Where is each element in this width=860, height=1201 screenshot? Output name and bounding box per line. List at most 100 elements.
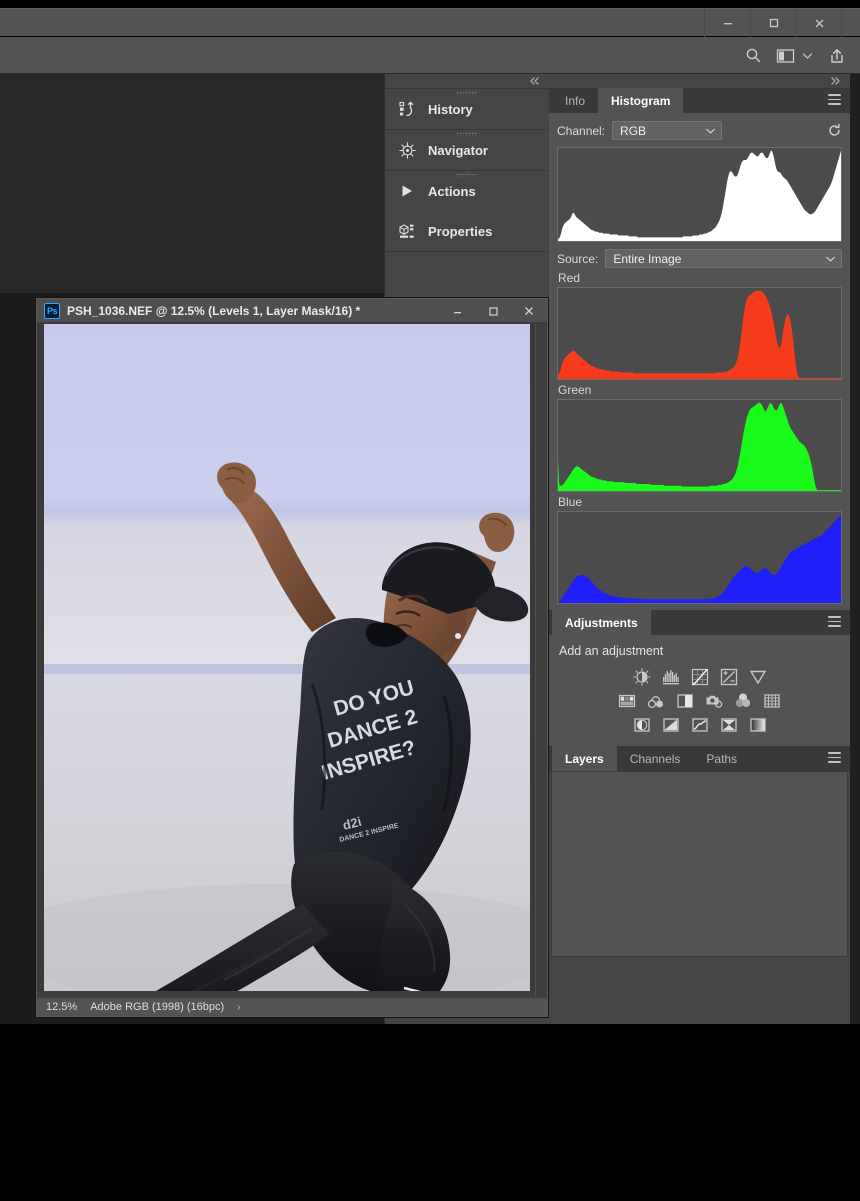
color-lookup-icon[interactable] xyxy=(763,691,782,710)
document-window: Ps PSH_1036.NEF @ 12.5% (Levels 1, Layer… xyxy=(36,298,548,1017)
sidebar-item-properties[interactable]: Properties xyxy=(385,211,549,251)
adjustments-row-3 xyxy=(632,715,767,734)
document-status-bar: 12.5% Adobe RGB (1998) (16bpc) › xyxy=(37,997,547,1016)
source-label: Source: xyxy=(557,252,598,266)
source-value: Entire Image xyxy=(613,252,681,266)
sidebar-item-label: Navigator xyxy=(428,143,488,158)
green-channel-label: Green xyxy=(558,383,842,397)
app-minimize-button[interactable] xyxy=(704,9,750,37)
document-vertical-scrollbar[interactable] xyxy=(535,324,547,997)
tab-layers[interactable]: Layers xyxy=(552,746,617,771)
channel-value: RGB xyxy=(620,124,646,138)
blue-channel-label: Blue xyxy=(558,495,842,509)
sidebar-item-history[interactable]: History xyxy=(385,89,549,129)
threshold-icon[interactable] xyxy=(690,715,709,734)
tab-adjustments[interactable]: Adjustments xyxy=(552,610,651,635)
workspace-icon[interactable] xyxy=(776,48,795,64)
document-maximize-button[interactable] xyxy=(475,299,511,323)
source-row: Source: Entire Image xyxy=(557,249,842,268)
histogram-green-plot xyxy=(557,399,842,492)
tab-paths[interactable]: Paths xyxy=(693,746,750,771)
refresh-icon[interactable] xyxy=(827,123,842,138)
document-window-controls xyxy=(439,299,547,323)
histogram-tabstrip: Info Histogram xyxy=(549,88,850,113)
adjustments-body: Add an adjustment xyxy=(549,635,850,746)
photo-filter-icon[interactable] xyxy=(705,691,724,710)
photoshop-app-window: History xyxy=(0,0,860,1024)
photo-dancer: DO YOU DANCE 2 INSPIRE? d2i DANCE 2 INSP… xyxy=(44,324,530,992)
sidebar-item-label: History xyxy=(428,102,473,117)
selective-color-icon[interactable] xyxy=(748,715,767,734)
app-close-button[interactable] xyxy=(796,9,842,37)
document-title: PSH_1036.NEF @ 12.5% (Levels 1, Layer Ma… xyxy=(67,304,360,318)
dock-grip[interactable] xyxy=(456,173,478,177)
sidebar-item-actions[interactable]: Actions xyxy=(385,171,549,211)
dock-collapse-button[interactable] xyxy=(385,74,549,88)
adjustments-tabstrip: Adjustments xyxy=(549,610,850,635)
red-channel-label: Red xyxy=(558,271,842,285)
layers-list-area[interactable] xyxy=(551,771,848,957)
histogram-panel: Info Histogram Channel: RGB xyxy=(549,88,850,610)
document-canvas[interactable]: DO YOU DANCE 2 INSPIRE? d2i DANCE 2 INSP… xyxy=(44,324,530,992)
histogram-panel-body: Channel: RGB xyxy=(549,113,850,610)
source-select[interactable]: Entire Image xyxy=(605,249,842,268)
curves-icon[interactable] xyxy=(690,667,709,686)
vibrance-icon[interactable] xyxy=(748,667,767,686)
adjustments-panel: Adjustments Add an adjustment xyxy=(549,610,850,746)
right-panel-column: Info Histogram Channel: RGB xyxy=(549,74,850,1024)
exposure-icon[interactable] xyxy=(719,667,738,686)
dock-grip[interactable] xyxy=(456,132,478,136)
panel-menu-icon[interactable] xyxy=(828,616,841,627)
dock-group-actions-properties: Actions Properties xyxy=(385,170,549,251)
share-icon[interactable] xyxy=(828,47,846,65)
status-expand-arrow[interactable]: › xyxy=(237,1002,240,1013)
app-maximize-button[interactable] xyxy=(750,9,796,37)
adjustments-icon-grid xyxy=(559,667,840,734)
tab-channels[interactable]: Channels xyxy=(617,746,694,771)
actions-play-icon xyxy=(397,183,417,199)
properties-icon xyxy=(397,223,417,239)
sidebar-item-navigator[interactable]: Navigator xyxy=(385,130,549,170)
channel-mixer-icon[interactable] xyxy=(734,691,753,710)
channel-label: Channel: xyxy=(557,124,605,138)
channel-select[interactable]: RGB xyxy=(612,121,722,140)
panel-menu-icon[interactable] xyxy=(828,94,841,105)
sidebar-item-label: Properties xyxy=(428,224,492,239)
right-panel-collapse-button[interactable] xyxy=(549,74,850,88)
chevron-down-icon[interactable] xyxy=(801,51,814,61)
tab-histogram[interactable]: Histogram xyxy=(598,88,683,113)
status-color-profile: Adobe RGB (1998) (16bpc) xyxy=(90,1001,224,1013)
photoshop-badge-icon: Ps xyxy=(44,303,60,319)
levels-icon[interactable] xyxy=(661,667,680,686)
chevron-down-icon xyxy=(705,124,716,138)
sidebar-item-label: Actions xyxy=(428,184,476,199)
dock-grip[interactable] xyxy=(456,91,478,95)
posterize-icon[interactable] xyxy=(661,715,680,734)
app-titlebar xyxy=(0,8,860,36)
document-minimize-button[interactable] xyxy=(439,299,475,323)
hue-saturation-icon[interactable] xyxy=(618,691,637,710)
chevron-down-icon xyxy=(825,252,836,266)
tab-info[interactable]: Info xyxy=(552,88,598,113)
histogram-red-plot xyxy=(557,287,842,380)
layers-panel: Layers Channels Paths xyxy=(549,746,850,957)
color-balance-icon[interactable] xyxy=(647,691,666,710)
status-zoom-level[interactable]: 12.5% xyxy=(46,1001,77,1013)
app-window-controls xyxy=(704,9,842,37)
invert-icon[interactable] xyxy=(632,715,651,734)
options-bar xyxy=(0,37,860,74)
document-close-button[interactable] xyxy=(511,299,547,323)
dock-group-history: History xyxy=(385,88,549,129)
gradient-map-icon[interactable] xyxy=(719,715,738,734)
histogram-rgb-plot xyxy=(557,147,842,242)
navigator-icon xyxy=(397,142,417,159)
brightness-contrast-icon[interactable] xyxy=(632,667,651,686)
adjustments-row-2 xyxy=(618,691,782,710)
search-icon[interactable] xyxy=(745,47,762,64)
black-white-icon[interactable] xyxy=(676,691,695,710)
document-titlebar: Ps PSH_1036.NEF @ 12.5% (Levels 1, Layer… xyxy=(37,299,547,323)
adjustments-row-1 xyxy=(632,667,767,686)
panel-menu-icon[interactable] xyxy=(828,752,841,763)
layers-tabstrip: Layers Channels Paths xyxy=(549,746,850,771)
channel-row: Channel: RGB xyxy=(557,121,842,140)
